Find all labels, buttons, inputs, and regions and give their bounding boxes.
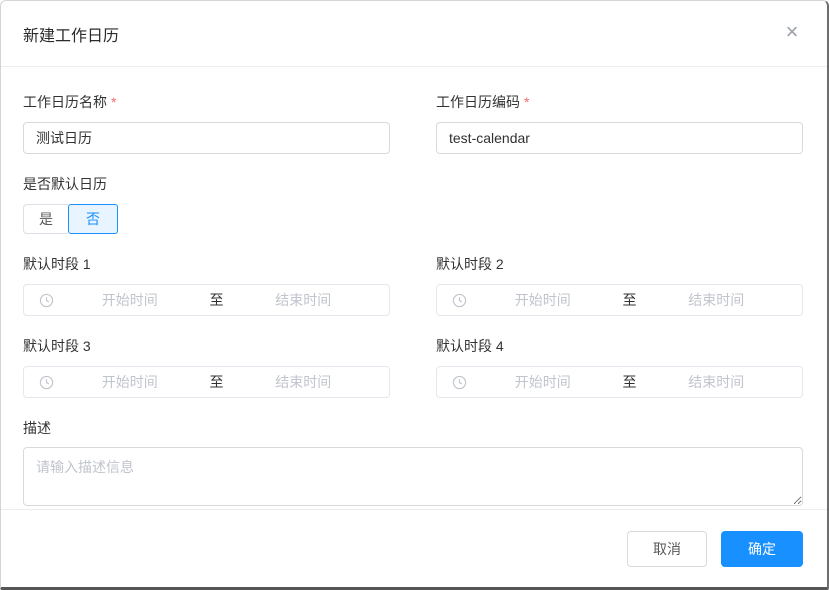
period-2-label: 默认时段 2 [436,257,803,271]
calendar-name-label: 工作日历名称* [23,95,390,109]
cancel-button[interactable]: 取消 [627,531,707,567]
period-4-time-range-picker[interactable]: 开始时间 至 结束时间 [436,366,803,398]
clock-icon [452,293,467,308]
start-time-placeholder[interactable]: 开始时间 [54,290,206,310]
new-work-calendar-dialog: 新建工作日历 × 工作日历名称* 工作日历编码* 是否默认日历 是 否 默认时段… [0,0,829,590]
calendar-code-label: 工作日历编码* [436,95,803,109]
period-4-label: 默认时段 4 [436,339,803,353]
time-range-separator: 至 [206,372,228,392]
end-time-placeholder[interactable]: 结束时间 [641,290,793,310]
description-label: 描述 [23,421,803,435]
end-time-placeholder[interactable]: 结束时间 [228,290,380,310]
period-3-label: 默认时段 3 [23,339,390,353]
period-4-field: 默认时段 4 开始时间 至 结束时间 [436,339,803,398]
period-1-field: 默认时段 1 开始时间 至 结束时间 [23,257,390,316]
time-range-separator: 至 [619,372,641,392]
end-time-placeholder[interactable]: 结束时间 [641,372,793,392]
period-1-time-range-picker[interactable]: 开始时间 至 结束时间 [23,284,390,316]
time-range-separator: 至 [206,290,228,310]
option-yes-button[interactable]: 是 [23,204,68,234]
required-mark: * [524,94,529,110]
time-range-separator: 至 [619,290,641,310]
end-time-placeholder[interactable]: 结束时间 [228,372,380,392]
dialog-footer: 取消 确定 [1,509,827,587]
close-icon[interactable]: × [779,19,805,45]
default-calendar-label: 是否默认日历 [23,177,803,191]
default-calendar-field: 是否默认日历 是 否 [23,177,803,249]
calendar-name-field: 工作日历名称* [23,95,390,154]
start-time-placeholder[interactable]: 开始时间 [54,372,206,392]
description-textarea[interactable] [23,447,803,506]
period-3-time-range-picker[interactable]: 开始时间 至 结束时间 [23,366,390,398]
dialog-header: 新建工作日历 × [1,1,827,67]
period-3-field: 默认时段 3 开始时间 至 结束时间 [23,339,390,398]
clock-icon [39,375,54,390]
clock-icon [452,375,467,390]
calendar-code-input[interactable] [436,122,803,154]
option-no-button[interactable]: 否 [68,204,118,234]
required-mark: * [111,94,116,110]
dialog-title: 新建工作日历 [23,22,119,46]
period-1-label: 默认时段 1 [23,257,390,271]
period-2-field: 默认时段 2 开始时间 至 结束时间 [436,257,803,316]
dialog-body: 工作日历名称* 工作日历编码* 是否默认日历 是 否 默认时段 1 开始时间 至 [1,67,827,509]
start-time-placeholder[interactable]: 开始时间 [467,290,619,310]
start-time-placeholder[interactable]: 开始时间 [467,372,619,392]
calendar-name-input[interactable] [23,122,390,154]
description-field: 描述 [23,421,803,506]
clock-icon [39,293,54,308]
period-2-time-range-picker[interactable]: 开始时间 至 结束时间 [436,284,803,316]
default-calendar-toggle: 是 否 [23,204,118,234]
calendar-code-field: 工作日历编码* [436,95,803,154]
confirm-button[interactable]: 确定 [721,531,803,567]
